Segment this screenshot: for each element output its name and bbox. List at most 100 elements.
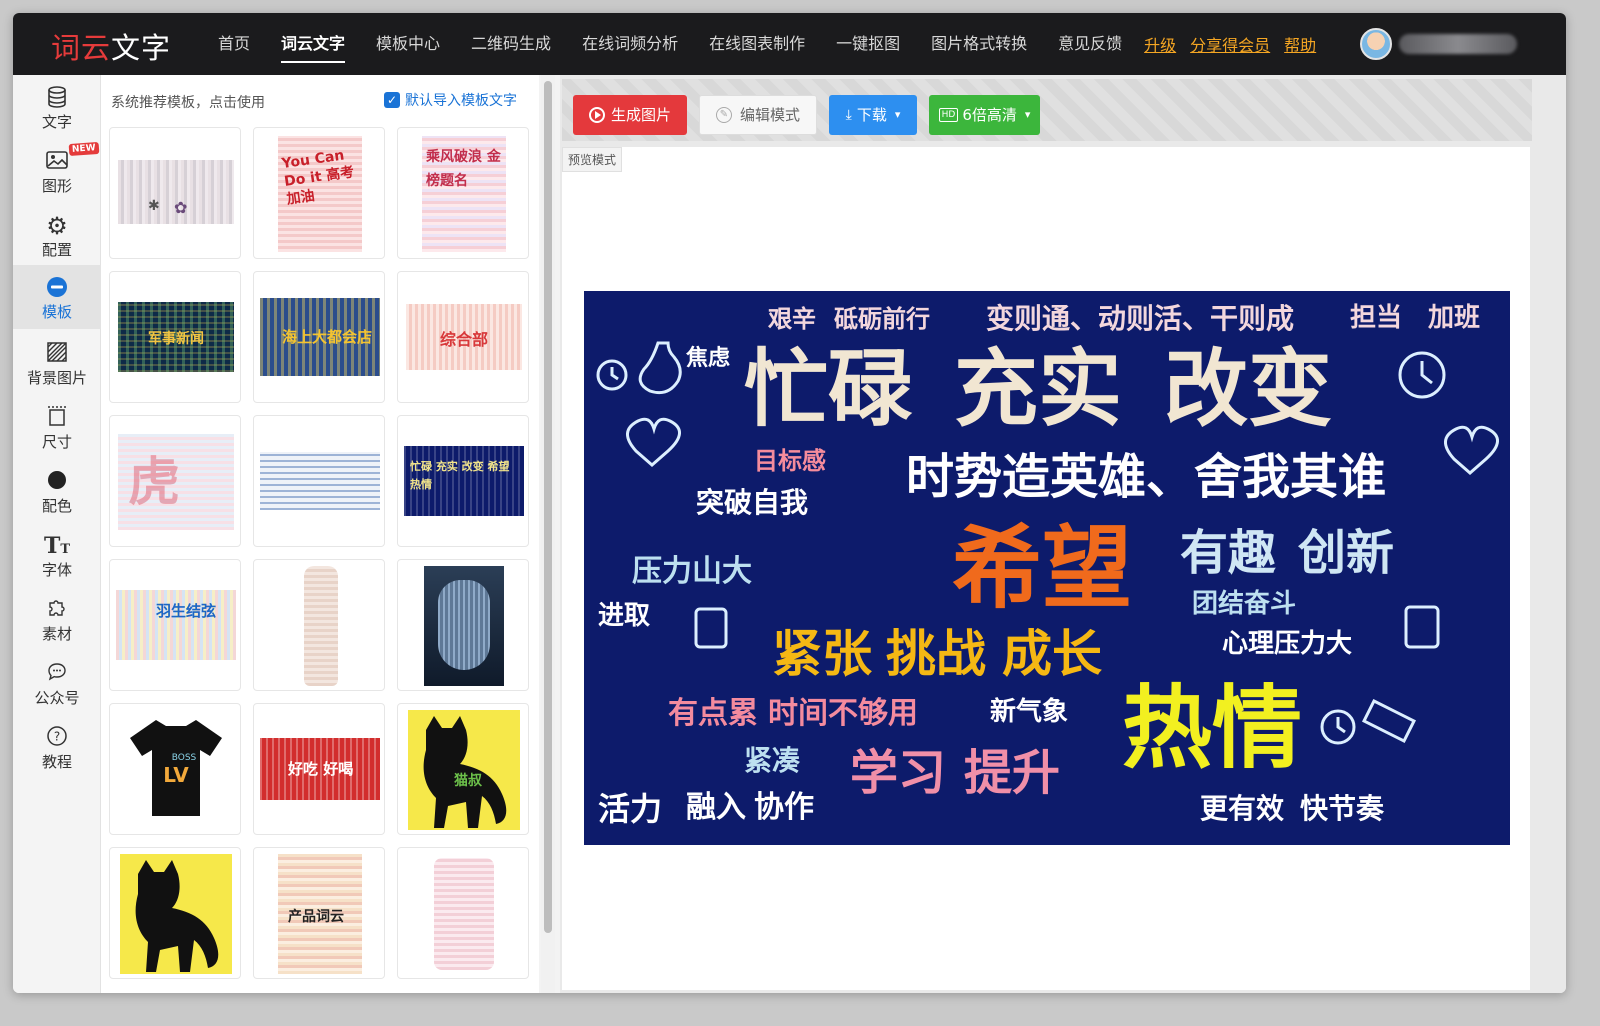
sidebar-label: 尺寸 — [41, 433, 72, 451]
generate-label: 生成图片 — [610, 106, 671, 124]
sidebar-label: 教程 — [41, 753, 72, 771]
download-button[interactable]: ⤓ 下载 ▾ — [829, 95, 917, 135]
logo-text-white: 文字 — [111, 31, 172, 65]
template-panel-scrollbar[interactable] — [541, 75, 555, 993]
chat-bubble-icon — [13, 661, 101, 687]
template-thumb-18[interactable] — [397, 847, 529, 979]
sidebar-item-template[interactable]: 模板 — [13, 265, 101, 329]
word-cloud-image[interactable]: 忙碌 充实 改变 希望 热情 时势造英雄、舍我其谁 有趣 创新 紧张 挑战 成长… — [584, 291, 1510, 845]
template-thumb-4[interactable]: 军事新闻 — [109, 271, 241, 403]
thumb-caption: You Can Do it 高考加油 — [280, 147, 356, 209]
sidebar-item-color[interactable]: 配色 — [13, 459, 101, 521]
template-thumb-15[interactable]: 猫叔 — [397, 703, 529, 835]
template-thumb-5[interactable]: 海上大都会店 — [253, 271, 385, 403]
sidebar-item-size[interactable]: 尺寸 — [13, 395, 101, 457]
svg-text:BOSS: BOSS — [172, 753, 197, 763]
template-thumb-7[interactable]: 虎 — [109, 415, 241, 547]
checkbox-checked-icon[interactable]: ✓ — [384, 92, 400, 108]
sidebar-label: 配色 — [41, 497, 72, 515]
template-panel: 系统推荐模板，点击使用 ✓ 默认导入模板文字 ✱ ✿ You Can Do it 高… — [101, 75, 539, 993]
size-icon — [13, 405, 101, 431]
share-membership-link[interactable]: 分享得会员 — [1190, 32, 1270, 56]
new-badge: NEW — [68, 141, 99, 157]
checkbox-label: 默认导入模板文字 — [405, 93, 517, 109]
nav-cutout[interactable]: 一键抠图 — [836, 13, 900, 75]
template-art: LV BOSS — [128, 714, 224, 822]
thumb-caption: 军事新闻 — [148, 331, 204, 347]
sidebar-item-text[interactable]: 文字 — [13, 75, 101, 137]
template-thumb-6[interactable]: 综合部 — [397, 271, 529, 403]
chevron-down-icon: ▾ — [1024, 108, 1031, 121]
nav-chart-maker[interactable]: 在线图表制作 — [709, 13, 805, 75]
template-art — [424, 566, 504, 686]
hd-select-button[interactable]: HD 6倍高清 ▾ — [929, 95, 1040, 135]
logo-text-red: 词云 — [51, 31, 112, 65]
help-link[interactable]: 帮助 — [1284, 32, 1316, 56]
template-art: 虎 — [118, 434, 234, 530]
sidebar-item-config[interactable]: ⚙ 配置 — [13, 203, 101, 265]
svg-text:?: ? — [54, 730, 60, 744]
template-icon — [13, 275, 101, 301]
editor-area: 生成图片 ✎ 编辑模式 ⤓ 下载 ▾ HD 6倍高清 ▾ 预览模式 忙碌 充实 改变 希望… — [560, 75, 1566, 993]
template-art: ✱ ✿ — [118, 160, 234, 224]
template-art — [304, 566, 338, 686]
play-circle-icon — [588, 107, 605, 123]
template-thumb-2[interactable]: You Can Do it 高考加油 — [253, 127, 385, 259]
generate-image-button[interactable]: 生成图片 — [573, 95, 687, 135]
main-nav: 首页 词云文字 模板中心 二维码生成 在线词频分析 在线图表制作 一键抠图 图片… — [218, 13, 1330, 75]
template-thumb-12[interactable] — [397, 559, 529, 691]
puzzle-icon — [13, 597, 101, 623]
template-thumb-10[interactable]: 羽生结弦 — [109, 559, 241, 691]
help-circle-icon: ? — [13, 725, 101, 751]
template-art: You Can Do it 高考加油 — [278, 136, 362, 252]
user-avatar[interactable] — [1360, 28, 1392, 60]
hd-icon: HD — [938, 108, 959, 122]
blurred-username[interactable] — [1399, 34, 1517, 54]
template-art: 产品词云 — [278, 854, 362, 974]
sidebar-label: 模板 — [41, 303, 72, 321]
site-logo[interactable]: 词云文字 — [51, 25, 171, 67]
template-thumb-14[interactable]: 好吃 好喝 — [253, 703, 385, 835]
template-thumb-17[interactable]: 产品词云 — [253, 847, 385, 979]
font-icon: TT — [43, 533, 71, 559]
thumb-caption: 猫叔 — [454, 773, 482, 789]
upgrade-link[interactable]: 升级 — [1144, 32, 1176, 56]
left-tool-sidebar: 文字 图形 NEW ⚙ 配置 模板 背景图片 尺寸 配色 TT 字体 素材 公众… — [13, 75, 101, 993]
template-thumb-11[interactable] — [253, 559, 385, 691]
nav-word-cloud[interactable]: 词云文字 — [281, 13, 346, 75]
nav-image-convert[interactable]: 图片格式转换 — [931, 13, 1027, 75]
sidebar-item-tutorial[interactable]: ? 教程 — [13, 715, 101, 777]
template-thumb-16[interactable] — [109, 847, 241, 979]
background-pattern-icon — [13, 341, 101, 367]
template-thumb-3[interactable]: 乘风破浪 金榜题名 — [397, 127, 529, 259]
template-thumb-1[interactable]: ✱ ✿ — [109, 127, 241, 259]
preview-canvas[interactable]: 预览模式 忙碌 充实 改变 希望 热情 时势造英雄、舍我其谁 有趣 创新 紧张 … — [562, 147, 1530, 990]
template-thumb-8[interactable] — [253, 415, 385, 547]
sidebar-item-official-account[interactable]: 公众号 — [13, 651, 101, 713]
thumb-caption: 海上大都会店 — [282, 328, 373, 346]
template-thumb-13[interactable]: LV BOSS — [109, 703, 241, 835]
nav-qrcode[interactable]: 二维码生成 — [471, 13, 551, 75]
sidebar-item-font[interactable]: TT 字体 — [13, 523, 101, 585]
template-hint: 系统推荐模板，点击使用 — [111, 95, 265, 111]
sidebar-item-background[interactable]: 背景图片 — [13, 331, 101, 393]
scrollbar-thumb[interactable] — [544, 81, 552, 933]
editor-toolbar: 生成图片 ✎ 编辑模式 ⤓ 下载 ▾ HD 6倍高清 ▾ — [562, 79, 1532, 141]
sidebar-item-shape[interactable]: 图形 NEW — [13, 139, 101, 201]
template-art — [120, 854, 232, 974]
svg-text:LV: LV — [163, 763, 189, 787]
template-art: 海上大都会店 — [260, 298, 380, 376]
nav-word-frequency[interactable]: 在线词频分析 — [582, 13, 678, 75]
template-thumb-9[interactable]: 忙碌 充实 改变 希望 热情 — [397, 415, 529, 547]
nav-template-center[interactable]: 模板中心 — [376, 13, 440, 75]
nav-feedback[interactable]: 意见反馈 — [1058, 13, 1122, 75]
template-art: 忙碌 充实 改变 希望 热情 — [404, 446, 524, 516]
gear-icon: ⚙ — [46, 212, 68, 240]
nav-home[interactable]: 首页 — [218, 13, 250, 75]
sidebar-item-material[interactable]: 素材 — [13, 587, 101, 649]
thumb-caption: 乘风破浪 金榜题名 — [426, 149, 501, 189]
template-art — [260, 452, 380, 510]
default-import-checkbox[interactable]: ✓ 默认导入模板文字 — [384, 90, 517, 110]
edit-pen-icon: ✎ — [715, 107, 732, 123]
edit-mode-button[interactable]: ✎ 编辑模式 — [699, 95, 817, 135]
